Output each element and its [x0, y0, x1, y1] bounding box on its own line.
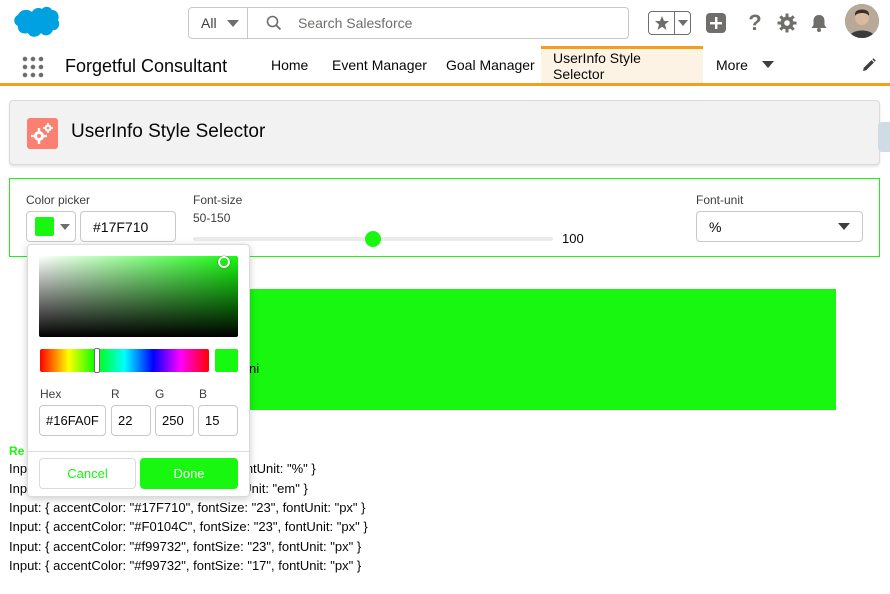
page-header: UserInfo Style Selector: [9, 100, 880, 165]
font-unit-select[interactable]: %: [696, 211, 863, 242]
chevron-down-icon: [226, 19, 239, 27]
search-box: [248, 8, 628, 38]
color-preview-swatch: [215, 349, 238, 372]
font-size-value: 100: [562, 231, 584, 246]
help-icon: ?: [748, 10, 762, 35]
cancel-button[interactable]: Cancel: [39, 458, 136, 489]
color-swatch: [35, 217, 54, 236]
help-button[interactable]: ?: [745, 12, 765, 34]
hex-label: Hex: [40, 387, 62, 401]
salesforce-cloud-icon[interactable]: [12, 6, 60, 40]
b-input[interactable]: [198, 405, 238, 436]
color-picker-popover: Hex R G B Cancel Done: [27, 244, 250, 497]
app-name: Forgetful Consultant: [65, 56, 228, 76]
bell-icon: [811, 15, 827, 32]
user-photo: [845, 4, 879, 38]
font-size-slider-thumb[interactable]: [365, 231, 381, 247]
nav-item-label: Goal Manager: [446, 56, 535, 73]
avatar[interactable]: [845, 4, 879, 38]
nav-item-home[interactable]: Home: [259, 46, 320, 83]
setup-button[interactable]: [776, 12, 798, 34]
global-actions-button[interactable]: [705, 12, 727, 34]
search-input[interactable]: [298, 15, 598, 31]
nav-item-userinfo-style-selector[interactable]: UserInfo Style Selector: [541, 46, 703, 83]
nav-item-label: UserInfo Style Selector: [553, 50, 641, 82]
hue-slider[interactable]: [40, 349, 209, 372]
chevron-down-icon: [677, 20, 688, 26]
hex-input[interactable]: [39, 405, 106, 436]
nav-item-more[interactable]: More: [704, 46, 786, 83]
color-hex-input[interactable]: [80, 211, 176, 242]
color-picker-label: Color picker: [26, 193, 91, 207]
color-swatch-button[interactable]: [26, 211, 76, 242]
settings-icon: [27, 118, 58, 149]
font-size-label: Font-size: [193, 193, 243, 207]
r-input[interactable]: [111, 405, 151, 436]
result-line: Input: { accentColor: "#f99732", fontSiz…: [9, 539, 362, 554]
font-unit-value: %: [709, 218, 722, 235]
chevron-down-icon: [60, 223, 70, 230]
nav-item-label: Home: [271, 56, 309, 73]
favorites-list-button[interactable]: [675, 12, 690, 34]
global-search: All: [188, 7, 629, 39]
chevron-down-icon: [838, 223, 850, 230]
saturation-area[interactable]: [39, 256, 238, 337]
search-icon: [266, 15, 282, 31]
global-header: All ?: [0, 0, 890, 46]
chevron-down-icon: [761, 61, 774, 68]
b-label: B: [199, 387, 208, 401]
search-scope-dropdown[interactable]: All: [189, 8, 248, 38]
preview-text: ni: [249, 361, 260, 376]
font-unit-label: Font-unit: [696, 193, 744, 207]
nav-item-label: Event Manager: [332, 56, 427, 73]
page-title: UserInfo Style Selector: [71, 121, 266, 142]
search-scope-label: All: [201, 15, 217, 31]
utility-panel-toggle[interactable]: [878, 122, 890, 152]
result-line: Input: { accentColor: "#F0104C", fontSiz…: [9, 519, 368, 534]
style-preview: [229, 289, 836, 410]
edit-nav-icon[interactable]: [862, 58, 876, 72]
g-label: G: [155, 387, 165, 401]
nav-item-label: More: [716, 56, 748, 73]
favorites-button[interactable]: [649, 12, 675, 34]
nav-item-goal-manager[interactable]: Goal Manager: [434, 46, 547, 83]
font-size-range: 50-150: [193, 211, 231, 225]
result-line: Input: { accentColor: "#f99732", fontSiz…: [9, 558, 362, 573]
result-line: Input: { accentColor: "#17F710", fontSiz…: [9, 500, 366, 515]
gear-icon: [777, 13, 797, 33]
star-icon: [654, 16, 669, 30]
notifications-button[interactable]: [808, 12, 830, 34]
hue-slider-thumb[interactable]: [94, 348, 100, 373]
results-title: Re: [9, 444, 25, 458]
favorites-group: [648, 11, 691, 35]
r-label: R: [111, 387, 120, 401]
nav-item-event-manager[interactable]: Event Manager: [320, 46, 439, 83]
done-button[interactable]: Done: [140, 458, 238, 489]
g-input[interactable]: [155, 405, 194, 436]
saturation-cursor[interactable]: [218, 256, 230, 268]
plus-icon: [706, 13, 726, 33]
app-nav: Forgetful Consultant Home Event Manager …: [0, 46, 890, 86]
app-launcher-icon[interactable]: [22, 56, 44, 78]
divider: [28, 451, 249, 452]
